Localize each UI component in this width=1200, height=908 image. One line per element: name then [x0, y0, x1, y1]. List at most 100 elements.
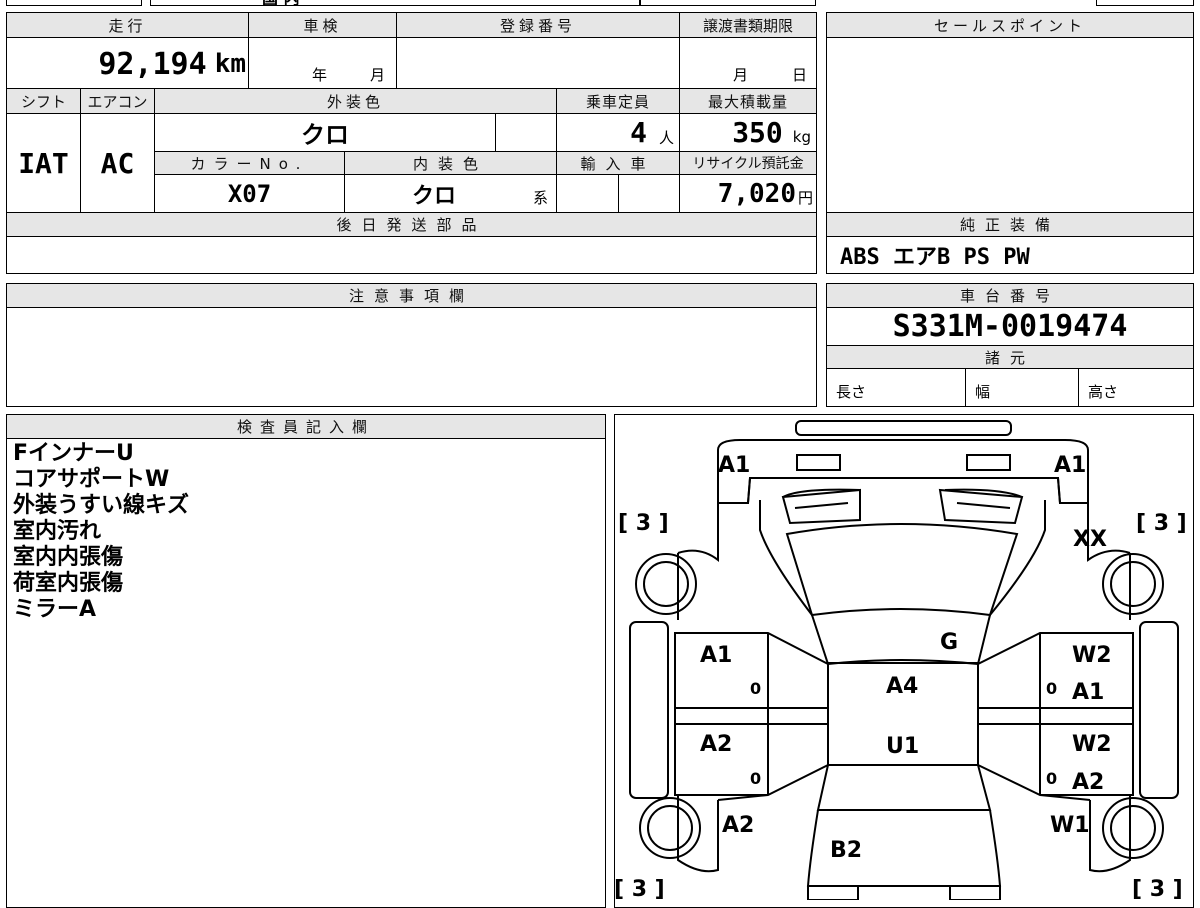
- recycle-fee-number: 7,020: [717, 178, 796, 209]
- mark-front-door-left: A1: [700, 643, 732, 668]
- mark-rear-door-right-small: 0: [1046, 769, 1057, 788]
- registration-label: 登録番号: [396, 12, 680, 38]
- recycle-fee-label: リサイクル預託金: [679, 151, 817, 175]
- shaken-label: 車検: [248, 12, 397, 38]
- wheel-rear-right-inner: [1110, 805, 1156, 851]
- interior-color-suffix: 系: [533, 188, 549, 207]
- top-strip-far-right: [1096, 0, 1194, 6]
- inspector-note: 荷室内張傷: [13, 571, 124, 596]
- later-parts-label: 後日発送部品: [6, 212, 817, 237]
- mark-front-right: A1: [1054, 453, 1086, 478]
- aircon-value: AC: [100, 146, 135, 180]
- front-fenders: [677, 477, 1131, 563]
- transfer-day-label: 日: [792, 65, 808, 84]
- top-strip-left: [6, 0, 142, 6]
- mark-roof-front: A4: [886, 674, 918, 699]
- shaken-year-label: 年: [312, 65, 328, 84]
- mark-top-right-xx: XX: [1073, 527, 1107, 552]
- recycle-fee-unit: 円: [797, 189, 813, 207]
- exterior-color-extra-cell: [495, 113, 557, 152]
- import-cell-right: [618, 174, 680, 213]
- wheel-front-right-inner: [1110, 561, 1156, 607]
- top-strip-text: 国 内: [262, 0, 300, 6]
- roof-front-edge: [811, 614, 991, 666]
- top-strip-mid: [150, 0, 640, 6]
- inspector-note: 室内汚れ: [13, 519, 102, 544]
- specs-width-label: 幅: [975, 382, 991, 401]
- inspector-note: FインナーU: [13, 441, 134, 466]
- mileage-value: 92,194 km: [6, 40, 246, 88]
- genuine-equipment-label: 純正装備: [826, 212, 1194, 237]
- shaken-month-label: 月: [370, 65, 386, 84]
- mileage-unit: km: [214, 49, 246, 79]
- mark-front-door-left-small: 0: [750, 679, 761, 698]
- roof-rear-edge: [816, 764, 992, 811]
- mark-rear-door-left: A2: [700, 732, 732, 757]
- specs-length-label: 長さ: [836, 382, 867, 401]
- inspector-notes: FインナーU コアサポートW 外装うすい線キズ 室内汚れ 室内内張傷 荷室内張傷…: [13, 441, 593, 623]
- mark-top-right-bracket: [ 3 ]: [1136, 511, 1187, 536]
- mark-rear-door-right: A2: [1072, 770, 1104, 795]
- specs-height-label: 高さ: [1088, 382, 1119, 401]
- interior-color-label: 内装色: [344, 151, 557, 175]
- front-bumper: [795, 420, 1012, 436]
- inspector-note: 室内内張傷: [13, 545, 124, 570]
- recycle-fee-value: 7,020 円: [679, 174, 813, 213]
- capacity-unit: 人: [658, 129, 674, 147]
- mark-back: B2: [830, 838, 862, 863]
- mark-bottom-right-bracket: [ 3 ]: [1132, 877, 1183, 900]
- mileage-label: 走行: [6, 12, 249, 38]
- import-cell-left: [556, 174, 619, 213]
- max-load-number: 350: [732, 116, 783, 149]
- import-label: 輸入車: [556, 151, 680, 175]
- registration-value: [400, 40, 676, 86]
- right-sill: [1139, 621, 1179, 799]
- wheel-front-left-inner: [643, 561, 689, 607]
- mark-rear-door-right-top: W2: [1072, 732, 1112, 757]
- mark-top-left-bracket: [ 3 ]: [618, 511, 669, 536]
- sales-point-value: [832, 42, 1188, 72]
- windshield: [785, 523, 1019, 617]
- inspector-note: コアサポートW: [13, 467, 170, 492]
- shift-label: シフト: [6, 88, 81, 114]
- car-diagram: A1 A1 [ 3 ] [ 3 ] XX G A1 0 A2 0 A4 U1 W…: [614, 420, 1187, 900]
- shift-value: IAT: [18, 146, 69, 180]
- rear-quarter-lines: [717, 794, 1091, 801]
- color-no-label: カラーNo.: [154, 151, 345, 175]
- caution-label: 注意事項欄: [6, 283, 817, 308]
- max-load-unit: kg: [792, 127, 811, 146]
- headlight-right: [966, 454, 1011, 471]
- caution-value: [12, 310, 812, 340]
- taillight-right: [949, 885, 1001, 900]
- mark-bottom-left-bracket: [ 3 ]: [614, 877, 665, 900]
- left-sill: [629, 621, 669, 799]
- aircon-label: エアコン: [80, 88, 155, 114]
- chassis-number-value: S331M-0019474: [892, 309, 1128, 344]
- taillight-left: [807, 885, 859, 900]
- specs-label: 諸元: [826, 345, 1194, 369]
- mark-roof-rear: U1: [886, 734, 919, 759]
- capacity-label: 乗車定員: [556, 88, 680, 114]
- inspector-note: 外装うすい線キズ: [13, 493, 190, 518]
- sales-point-label: セールスポイント: [826, 12, 1194, 38]
- max-load-label: 最大積載量: [679, 88, 817, 114]
- mark-front-left: A1: [718, 453, 750, 478]
- mark-rear-left: A2: [722, 813, 754, 838]
- mark-rear-right: W1: [1050, 813, 1090, 838]
- color-no-value: X07: [227, 179, 272, 208]
- genuine-equipment-value: ABS エアB PS PW: [840, 245, 1030, 270]
- capacity-number: 4: [630, 116, 647, 149]
- a-pillars: [759, 500, 1046, 616]
- mark-windshield: G: [940, 630, 958, 655]
- transfer-month-label: 月: [733, 65, 749, 84]
- interior-color-value: クロ: [411, 183, 456, 209]
- inspector-note: ミラーA: [13, 597, 97, 622]
- capacity-value: 4 人: [556, 113, 674, 152]
- top-strip-right: [640, 0, 816, 6]
- max-load-value: 350 kg: [679, 113, 811, 152]
- wiper-detail: [794, 502, 1011, 509]
- exterior-color-label: 外装色: [154, 88, 557, 114]
- inspector-label: 検査員記入欄: [6, 414, 606, 439]
- wheel-rear-left-inner: [647, 805, 693, 851]
- later-parts-value: [12, 236, 812, 274]
